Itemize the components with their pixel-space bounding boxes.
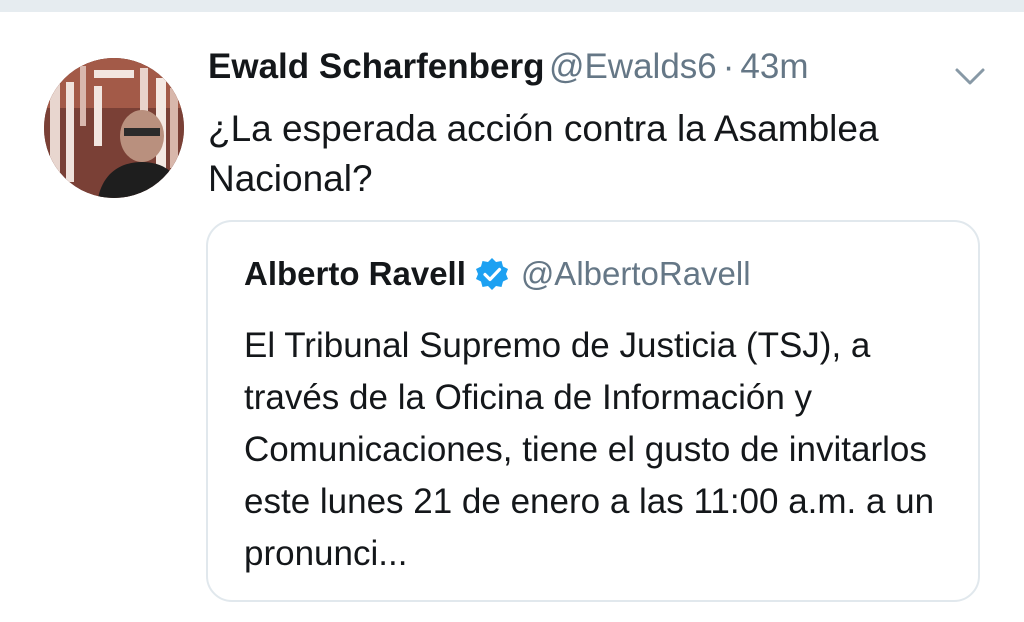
- tweet[interactable]: Ewald Scharfenberg @Ewalds6 · 43m ¿La espe…: [0, 12, 1024, 622]
- quoted-tweet-header: Alberto Ravell @AlbertoRavell: [244, 248, 751, 300]
- quoted-author-handle: @AlbertoRavell: [520, 255, 751, 292]
- tweet-header: Ewald Scharfenberg @Ewalds6 · 43m: [208, 42, 928, 92]
- quoted-tweet[interactable]: Alberto Ravell @AlbertoRavell El Tribuna…: [206, 220, 980, 602]
- timestamp[interactable]: 43m: [740, 47, 808, 86]
- quoted-author-name: Alberto Ravell: [244, 255, 466, 292]
- top-divider: [0, 0, 1024, 12]
- quoted-tweet-text: El Tribunal Supremo de Justicia (TSJ), a…: [244, 326, 935, 573]
- avatar[interactable]: [44, 58, 184, 198]
- separator-dot: ·: [722, 47, 735, 86]
- tweet-text: ¿La esperada acción contra la Asamblea N…: [208, 108, 879, 199]
- author-handle[interactable]: @Ewalds6: [549, 47, 717, 86]
- chevron-down-icon[interactable]: [952, 62, 988, 92]
- verified-badge-icon: [474, 256, 510, 292]
- author-name[interactable]: Ewald Scharfenberg: [208, 47, 544, 86]
